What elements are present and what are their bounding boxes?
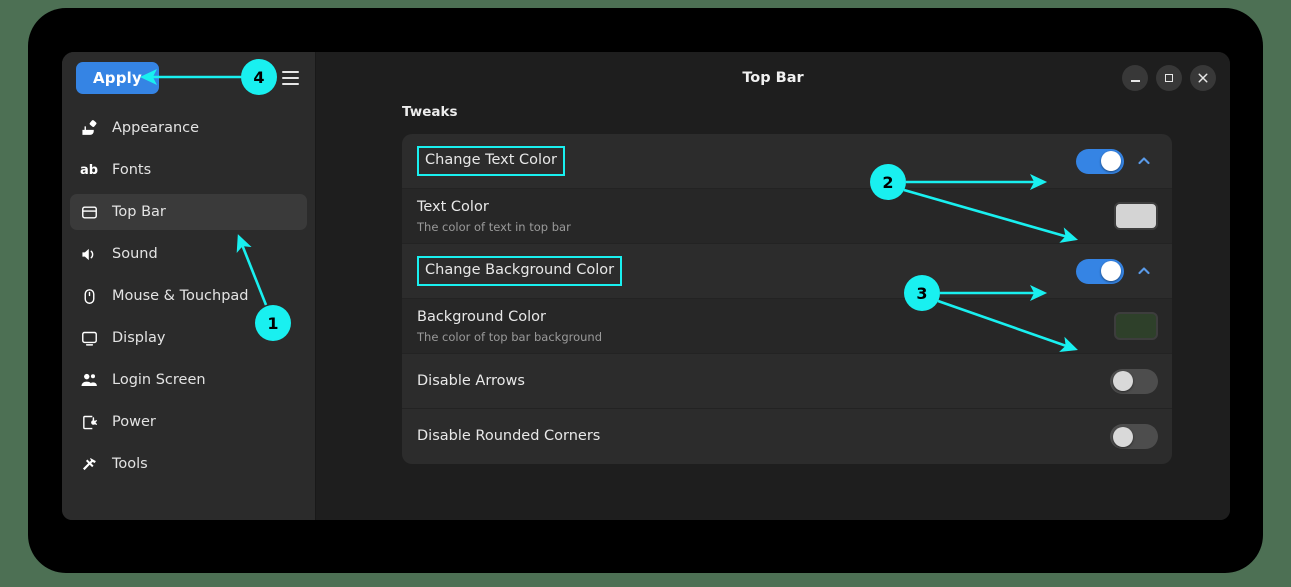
page-title: Top Bar bbox=[742, 70, 804, 86]
row-text: Disable Rounded Corners bbox=[417, 427, 1110, 445]
sidebar-item-label: Appearance bbox=[112, 120, 200, 136]
section-title: Tweaks bbox=[402, 104, 458, 120]
row-text: Background Color The color of top bar ba… bbox=[417, 308, 1114, 343]
chevron-up-icon[interactable] bbox=[1130, 147, 1158, 175]
hamburger-menu-icon[interactable] bbox=[275, 63, 305, 93]
toggle-disable-arrows[interactable] bbox=[1110, 368, 1158, 394]
row-title: Disable Rounded Corners bbox=[417, 428, 601, 445]
row-controls bbox=[1114, 202, 1158, 230]
annotation-badge-1: 1 bbox=[255, 305, 291, 341]
hamburger-line bbox=[281, 71, 299, 73]
sidebar: Apply Appearance ab Fonts Top Bar Sound … bbox=[62, 52, 316, 520]
toggle-knob bbox=[1113, 426, 1133, 447]
sidebar-item-power[interactable]: Power bbox=[70, 404, 307, 440]
row-change-text-color[interactable]: Change Text Color bbox=[402, 134, 1172, 189]
sidebar-item-label: Mouse & Touchpad bbox=[112, 288, 249, 304]
chevron-up-icon[interactable] bbox=[1130, 257, 1158, 285]
window-titlebar: Top Bar bbox=[316, 52, 1230, 104]
row-subtitle: The color of top bar background bbox=[417, 329, 603, 344]
annotation-badge-3: 3 bbox=[904, 275, 940, 311]
sidebar-item-login-screen[interactable]: Login Screen bbox=[70, 362, 307, 398]
apply-button[interactable]: Apply bbox=[76, 62, 160, 94]
row-disable-rounded-corners[interactable]: Disable Rounded Corners bbox=[402, 409, 1172, 464]
hammer-icon bbox=[80, 455, 98, 473]
row-title: Background Color bbox=[417, 309, 546, 326]
annotation-badge-2: 2 bbox=[870, 164, 906, 200]
sidebar-item-label: Tools bbox=[112, 456, 148, 472]
tweaks-content: Tweaks Change Text Color Text Color The … bbox=[316, 104, 1230, 464]
row-controls bbox=[1076, 257, 1158, 285]
row-title: Change Background Color bbox=[417, 256, 623, 286]
row-text: Change Text Color bbox=[417, 146, 1076, 176]
minimize-button[interactable] bbox=[1122, 65, 1148, 91]
battery-icon bbox=[80, 413, 98, 431]
sidebar-item-tools[interactable]: Tools bbox=[70, 446, 307, 482]
fonts-ab-icon: ab bbox=[79, 162, 99, 178]
appearance-icon bbox=[80, 119, 98, 137]
row-text: Text Color The color of text in top bar bbox=[417, 198, 1114, 233]
gnome-tweaks-window: Apply Appearance ab Fonts Top Bar Sound … bbox=[62, 52, 1230, 520]
main-panel: Top Bar Tweaks Change Text Color Text Co… bbox=[316, 52, 1230, 520]
hamburger-line bbox=[281, 77, 299, 79]
toggle-knob bbox=[1113, 371, 1133, 391]
row-change-background-color[interactable]: Change Background Color bbox=[402, 244, 1172, 299]
row-controls bbox=[1110, 368, 1158, 394]
sidebar-item-label: Sound bbox=[112, 246, 158, 262]
row-text-color[interactable]: Text Color The color of text in top bar bbox=[402, 189, 1172, 244]
row-title: Change Text Color bbox=[417, 146, 565, 176]
sidebar-item-label: Login Screen bbox=[112, 372, 206, 388]
sidebar-item-sound[interactable]: Sound bbox=[70, 236, 307, 272]
mouse-icon bbox=[80, 287, 98, 305]
tweaks-card: Change Text Color Text Color The color o… bbox=[402, 134, 1172, 464]
close-icon bbox=[1198, 73, 1208, 83]
top-bar-icon bbox=[80, 203, 98, 221]
row-controls bbox=[1076, 147, 1158, 175]
text-color-swatch[interactable] bbox=[1114, 202, 1158, 230]
row-subtitle: The color of text in top bar bbox=[417, 219, 571, 234]
sidebar-item-label: Top Bar bbox=[112, 204, 166, 220]
minimize-icon bbox=[1130, 80, 1140, 82]
sidebar-item-appearance[interactable]: Appearance bbox=[70, 110, 307, 146]
toggle-change-background-color[interactable] bbox=[1076, 258, 1124, 284]
sidebar-item-label: Power bbox=[112, 414, 156, 430]
row-text: Disable Arrows bbox=[417, 372, 1110, 390]
row-title: Text Color bbox=[417, 199, 489, 216]
annotation-badge-4: 4 bbox=[241, 59, 277, 95]
toggle-knob bbox=[1101, 261, 1121, 281]
sidebar-item-fonts[interactable]: ab Fonts bbox=[70, 152, 307, 188]
sidebar-item-label: Display bbox=[112, 330, 166, 346]
sidebar-item-top-bar[interactable]: Top Bar bbox=[70, 194, 307, 230]
row-background-color[interactable]: Background Color The color of top bar ba… bbox=[402, 299, 1172, 354]
speaker-icon bbox=[80, 245, 98, 263]
toggle-change-text-color[interactable] bbox=[1076, 148, 1124, 174]
row-controls bbox=[1110, 424, 1158, 449]
toggle-disable-rounded-corners[interactable] bbox=[1110, 424, 1158, 449]
background-color-swatch[interactable] bbox=[1114, 312, 1158, 340]
sidebar-item-label: Fonts bbox=[112, 162, 152, 178]
row-text: Change Background Color bbox=[417, 256, 1076, 286]
row-disable-arrows[interactable]: Disable Arrows bbox=[402, 354, 1172, 409]
toggle-knob bbox=[1101, 151, 1121, 171]
maximize-icon bbox=[1165, 74, 1173, 82]
close-button[interactable] bbox=[1190, 65, 1216, 91]
window-controls bbox=[1122, 52, 1216, 104]
hamburger-line bbox=[281, 83, 299, 85]
monitor-icon bbox=[80, 329, 98, 347]
row-controls bbox=[1114, 312, 1158, 340]
maximize-button[interactable] bbox=[1156, 65, 1182, 91]
row-title: Disable Arrows bbox=[417, 372, 525, 389]
people-icon bbox=[80, 371, 98, 389]
sidebar-header: Apply bbox=[62, 52, 315, 104]
